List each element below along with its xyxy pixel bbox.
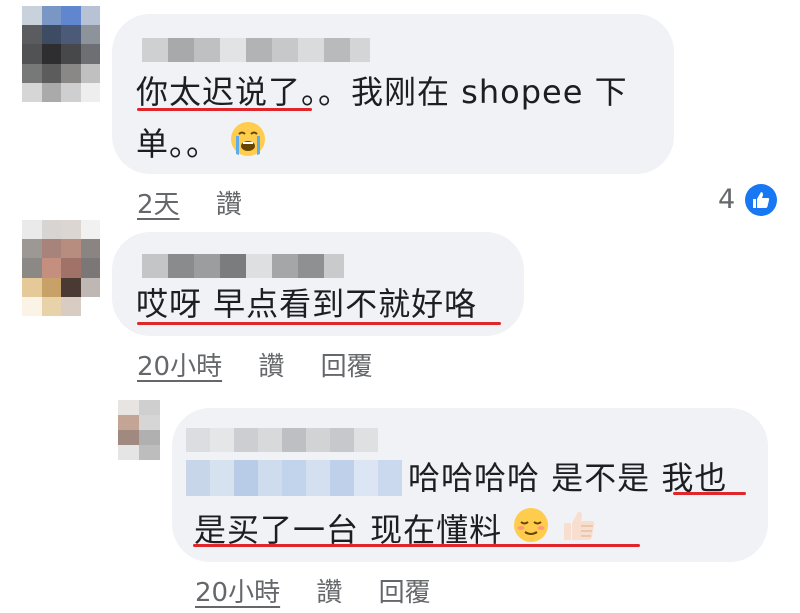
commenter-name-blurred[interactable]: [142, 254, 344, 278]
highlight-underline: [137, 108, 312, 111]
like-action[interactable]: 讚: [316, 578, 342, 608]
highlight-underline: [193, 544, 640, 547]
thumbs-up-icon[interactable]: [745, 184, 777, 216]
like-action[interactable]: 讚: [258, 352, 284, 382]
comment-text-line-1: 哈哈哈哈 是不是 我也: [408, 459, 728, 497]
commenter-name-blurred[interactable]: [142, 38, 370, 62]
loudly-crying-face-icon: [230, 120, 266, 172]
commenter-avatar[interactable]: [22, 220, 100, 316]
highlight-underline: [673, 492, 746, 495]
comment-meta: 20小時 讚 回覆: [195, 572, 431, 609]
comment-text-line-2: 单。。: [136, 118, 266, 172]
thumbs-up-icon: [561, 506, 597, 558]
comment-meta: 20小時 讚 回覆: [137, 346, 373, 383]
timestamp-link[interactable]: 2天: [137, 190, 180, 220]
highlight-underline: [137, 322, 501, 325]
reply-action[interactable]: 回覆: [321, 352, 373, 382]
relieved-face-icon: [513, 506, 549, 558]
comment-bubble: 哈哈哈哈 是不是 我也 是买了一台 现在懂料: [172, 408, 768, 562]
commenter-avatar[interactable]: [22, 6, 100, 102]
timestamp-link[interactable]: 20小時: [195, 578, 280, 608]
timestamp-link[interactable]: 20小時: [137, 352, 222, 382]
reaction-count[interactable]: 4: [718, 184, 735, 215]
reply-action[interactable]: 回覆: [379, 578, 431, 608]
comment-bubble: 哎呀 早点看到不就好咯: [112, 232, 524, 336]
commenter-name-blurred[interactable]: [186, 428, 378, 452]
commenter-name-blurred[interactable]: [186, 460, 402, 496]
comment-meta: 2天 讚: [137, 184, 242, 221]
like-action[interactable]: 讚: [216, 190, 242, 220]
commenter-avatar[interactable]: [118, 400, 160, 460]
comment-bubble: 你太迟说了。。我刚在 shopee 下 单。。: [112, 14, 674, 174]
comment-text-line-2: 是买了一台 现在懂料: [194, 504, 597, 558]
